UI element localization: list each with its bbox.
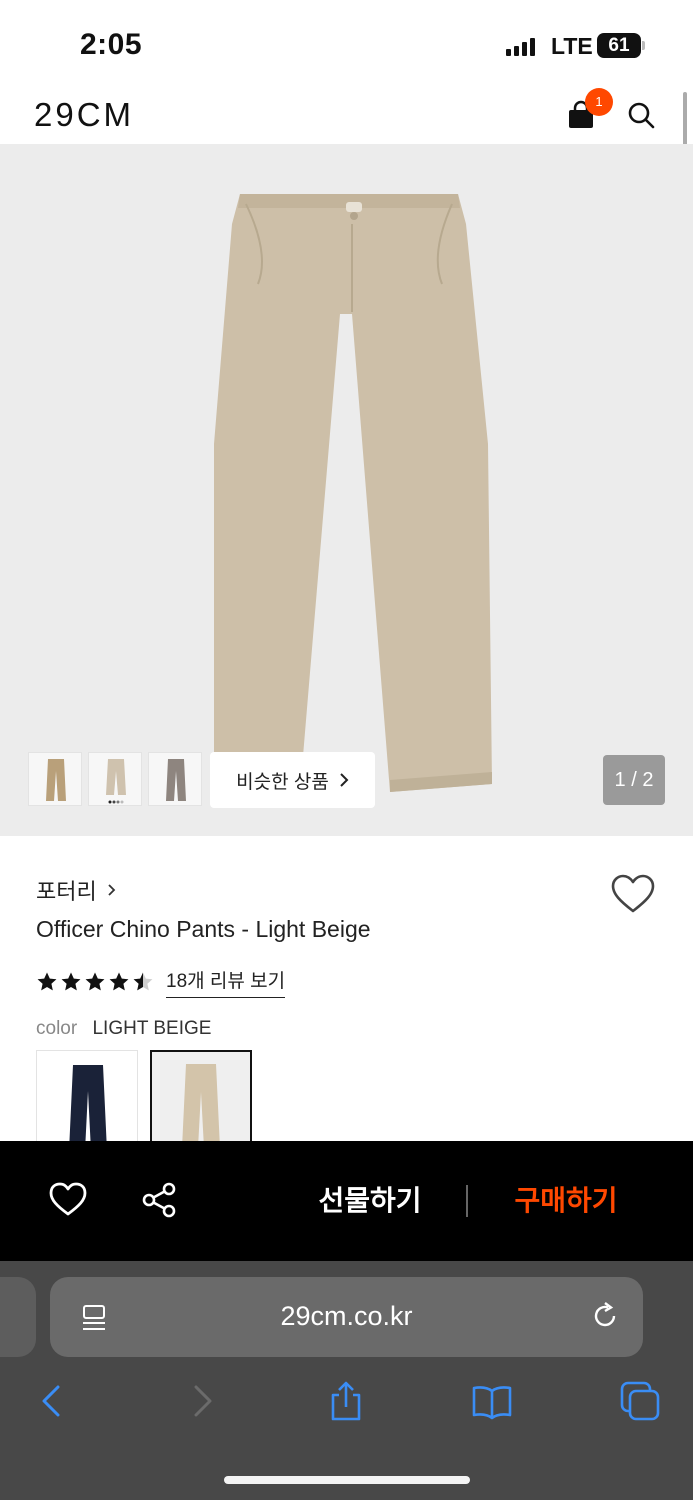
button-divider bbox=[466, 1185, 468, 1217]
thumbnail-1[interactable] bbox=[28, 752, 82, 806]
star-icon bbox=[109, 972, 129, 991]
logo[interactable]: 29CM bbox=[34, 96, 134, 134]
bookmarks-icon[interactable] bbox=[470, 1379, 514, 1423]
thumbnail-3[interactable] bbox=[148, 752, 202, 806]
tabs-icon[interactable] bbox=[618, 1379, 662, 1423]
search-icon[interactable] bbox=[626, 100, 656, 130]
app-header: 29CM 1 bbox=[0, 88, 693, 144]
star-icon bbox=[37, 972, 57, 991]
color-value: LIGHT BEIGE bbox=[92, 1018, 212, 1039]
purchase-bar: 선물하기 구매하기 bbox=[0, 1141, 693, 1261]
home-indicator bbox=[224, 1476, 470, 1484]
share-icon[interactable] bbox=[140, 1181, 178, 1219]
battery-tip bbox=[642, 41, 645, 50]
thumbnail-2-image bbox=[106, 759, 126, 804]
battery-level: 61 bbox=[608, 35, 630, 56]
reload-icon[interactable] bbox=[590, 1301, 620, 1331]
wishlist-heart-icon[interactable] bbox=[610, 873, 656, 915]
browser-toolbar: 29cm.co.kr bbox=[0, 1261, 693, 1500]
color-row: color LIGHT BEIGE bbox=[36, 1018, 211, 1040]
share-sheet-icon[interactable] bbox=[324, 1379, 368, 1423]
buy-button[interactable]: 구매하기 bbox=[496, 1179, 636, 1219]
product-image bbox=[214, 194, 492, 792]
status-time: 2:05 bbox=[80, 28, 143, 61]
similar-products-button[interactable]: 비슷한 상품 bbox=[210, 752, 375, 808]
cart-count-badge: 1 bbox=[585, 88, 613, 116]
chevron-right-icon bbox=[108, 884, 116, 896]
back-icon[interactable] bbox=[30, 1379, 74, 1423]
star-rating bbox=[36, 971, 154, 993]
star-icon bbox=[85, 972, 105, 991]
review-link[interactable]: 18개 리뷰 보기 bbox=[166, 966, 286, 998]
rating-row: 18개 리뷰 보기 bbox=[36, 966, 286, 998]
thumbnail-1-image bbox=[46, 759, 66, 801]
thumbnail-2[interactable] bbox=[88, 752, 142, 806]
swatch-navy-image bbox=[69, 1065, 107, 1149]
product-name: Officer Chino Pants - Light Beige bbox=[36, 916, 371, 942]
gift-button[interactable]: 선물하기 bbox=[300, 1179, 440, 1219]
color-label: color bbox=[36, 1018, 78, 1039]
previous-tab-preview[interactable] bbox=[0, 1277, 36, 1357]
cellular-signal-icon bbox=[506, 38, 535, 56]
chevron-right-icon bbox=[340, 773, 349, 787]
brand-link[interactable]: 포터리 bbox=[36, 874, 116, 906]
swatch-light-beige[interactable] bbox=[150, 1050, 252, 1150]
product-image-gallery[interactable]: 비슷한 상품 1 / 2 bbox=[0, 144, 693, 836]
status-bar: 2:05 LTE 61 bbox=[0, 0, 693, 88]
address-bar[interactable]: 29cm.co.kr bbox=[50, 1277, 643, 1357]
battery-icon: 61 bbox=[597, 33, 641, 58]
swatch-navy[interactable] bbox=[36, 1050, 138, 1150]
similar-products-label: 비슷한 상품 bbox=[236, 771, 329, 793]
forward-icon[interactable] bbox=[180, 1379, 224, 1423]
color-swatches bbox=[36, 1050, 252, 1150]
star-icon bbox=[61, 972, 81, 991]
thumbnail-3-image bbox=[166, 759, 186, 801]
image-page-indicator: 1 / 2 bbox=[603, 755, 665, 805]
brand-name: 포터리 bbox=[36, 879, 97, 904]
wishlist-heart-icon[interactable] bbox=[48, 1181, 88, 1217]
color-thumbnails bbox=[28, 752, 202, 806]
swatch-beige-image bbox=[182, 1064, 220, 1148]
url-text: 29cm.co.kr bbox=[280, 1301, 413, 1331]
star-icon bbox=[133, 972, 153, 991]
network-type: LTE bbox=[551, 33, 593, 59]
